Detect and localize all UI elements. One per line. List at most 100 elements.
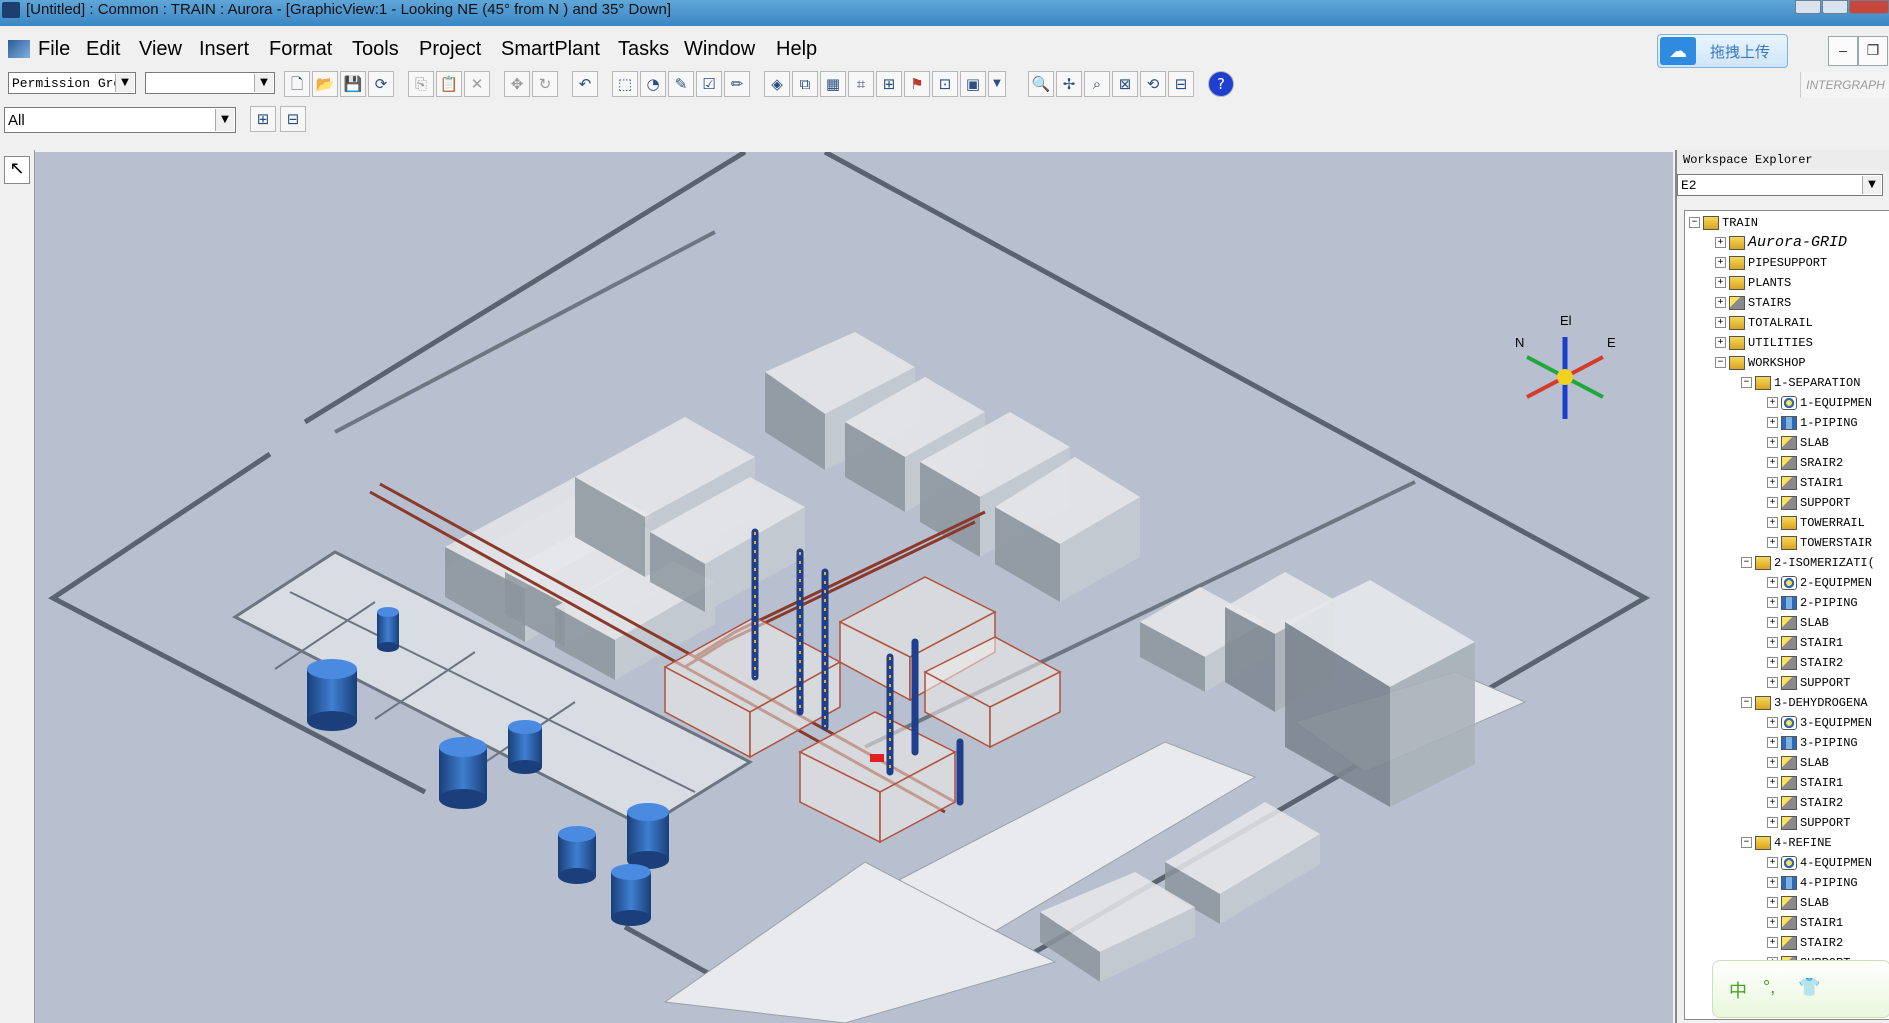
graphic-view[interactable]: El N E xyxy=(35,152,1673,1023)
expand-icon[interactable]: + xyxy=(1767,497,1778,509)
calendar-icon[interactable]: ▦ xyxy=(820,71,846,97)
select-box-icon[interactable]: ⬚ xyxy=(612,71,638,97)
tree-item[interactable]: +3-EQUIPMEN xyxy=(1767,713,1872,733)
tree-item[interactable]: + STAIR1 xyxy=(1767,633,1843,653)
orbit-icon[interactable]: ⟲ xyxy=(1140,71,1166,97)
view-settings-icon[interactable]: ⊟ xyxy=(1168,71,1194,97)
open-folder-icon[interactable]: 📂 xyxy=(312,71,338,97)
tree-item[interactable]: − 3-DEHYDROGENA xyxy=(1741,693,1868,713)
expand-icon[interactable]: + xyxy=(1715,317,1726,329)
collapse-icon[interactable]: − xyxy=(1715,357,1726,369)
tree-item[interactable]: +2-PIPING xyxy=(1767,593,1858,613)
help-icon[interactable]: ? xyxy=(1208,71,1234,97)
tree-item[interactable]: + SRAIR2 xyxy=(1767,453,1843,473)
menu-format[interactable]: Format xyxy=(269,38,332,61)
undo-icon[interactable]: ↶ xyxy=(572,71,598,97)
new-file-icon[interactable]: 🗋 xyxy=(284,71,310,97)
tree-item[interactable]: + SUPPORT xyxy=(1767,813,1850,833)
delete-icon[interactable]: ✕ xyxy=(464,71,490,97)
tree-item[interactable]: + STAIR1 xyxy=(1767,473,1843,493)
tree-item[interactable]: + TOTALRAIL xyxy=(1715,313,1813,333)
menu-insert[interactable]: Insert xyxy=(199,38,249,61)
collapse-icon[interactable]: − xyxy=(1741,377,1752,389)
tree-item[interactable]: − 1-SEPARATION xyxy=(1741,373,1860,393)
tree-item[interactable]: + Aurora-GRID xyxy=(1715,233,1847,253)
zoom-icon[interactable]: 🔍 xyxy=(1028,71,1054,97)
menu-view[interactable]: View xyxy=(139,38,182,61)
ime-language[interactable]: 中 xyxy=(1729,977,1747,1003)
measure-icon[interactable]: ◔ xyxy=(640,71,666,97)
cloud-upload-button[interactable]: ☁ 拖拽上传 xyxy=(1657,34,1788,68)
menu-smartplant[interactable]: SmartPlant xyxy=(501,38,600,61)
expand-icon[interactable]: + xyxy=(1767,457,1778,469)
tree-item[interactable]: + SLAB xyxy=(1767,433,1829,453)
menu-project[interactable]: Project xyxy=(419,38,481,61)
tree-item[interactable]: + TOWERSTAIR xyxy=(1767,533,1872,553)
zoom-area-icon[interactable]: ⌕ xyxy=(1084,71,1110,97)
move-icon[interactable]: ✥ xyxy=(504,71,530,97)
tree-item[interactable]: − WORKSHOP xyxy=(1715,353,1806,373)
expand-icon[interactable]: + xyxy=(1767,937,1778,949)
tree-item[interactable]: + PIPESUPPORT xyxy=(1715,253,1827,273)
expand-icon[interactable]: + xyxy=(1767,757,1778,769)
expand-icon[interactable]: + xyxy=(1767,477,1778,489)
expand-icon[interactable]: + xyxy=(1767,577,1778,589)
refresh-icon[interactable]: ⟳ xyxy=(368,71,394,97)
zoom-box-icon[interactable]: ⊞ xyxy=(876,71,902,97)
expand-icon[interactable]: + xyxy=(1715,257,1726,269)
ime-punctuation[interactable]: °, xyxy=(1763,977,1775,998)
expand-icon[interactable]: + xyxy=(1767,597,1778,609)
tree-item[interactable]: +3-PIPING xyxy=(1767,733,1858,753)
expand-icon[interactable]: + xyxy=(1767,397,1778,409)
close-window-button[interactable] xyxy=(1849,0,1889,14)
tree-item[interactable]: +4-PIPING xyxy=(1767,873,1858,893)
fit-icon[interactable]: ⊠ xyxy=(1112,71,1138,97)
tree-item[interactable]: − 4-REFINE xyxy=(1741,833,1832,853)
copy-icon[interactable]: ⎘ xyxy=(408,71,434,97)
tree-item[interactable]: +4-EQUIPMEN xyxy=(1767,853,1872,873)
tree-item[interactable]: + SLAB xyxy=(1767,613,1829,633)
menu-edit[interactable]: Edit xyxy=(86,38,120,61)
tree-item[interactable]: +1-PIPING xyxy=(1767,413,1858,433)
collapse-icon[interactable]: − xyxy=(1741,557,1752,569)
layers-icon[interactable]: ◈ xyxy=(764,71,790,97)
expand-icon[interactable]: + xyxy=(1767,677,1778,689)
tree-item[interactable]: + SLAB xyxy=(1767,893,1829,913)
paste-icon[interactable]: 📋 xyxy=(436,71,462,97)
view-icon[interactable]: ⊡ xyxy=(932,71,958,97)
tree-item[interactable]: +2-EQUIPMEN xyxy=(1767,573,1872,593)
tree-item[interactable]: + SUPPORT xyxy=(1767,493,1850,513)
tree-item[interactable]: + STAIR2 xyxy=(1767,793,1843,813)
filter-select[interactable]: All ▼ xyxy=(4,107,236,133)
shade-icon[interactable]: ▣ xyxy=(960,71,986,97)
expand-icon[interactable]: + xyxy=(1767,537,1778,549)
expand-icon[interactable]: + xyxy=(1767,877,1778,889)
save-icon[interactable]: 💾 xyxy=(340,71,366,97)
menu-window[interactable]: Window xyxy=(684,38,755,61)
expand-icon[interactable]: + xyxy=(1715,277,1726,289)
expand-icon[interactable]: + xyxy=(1767,417,1778,429)
tree-item[interactable]: + SLAB xyxy=(1767,753,1829,773)
menu-tools[interactable]: Tools xyxy=(352,38,399,61)
tree-item[interactable]: − 2-ISOMERIZATI( xyxy=(1741,553,1875,573)
expand-icon[interactable]: + xyxy=(1767,637,1778,649)
document-icon[interactable] xyxy=(8,40,30,58)
tree-item[interactable]: + TOWERRAIL xyxy=(1767,513,1865,533)
flag-icon[interactable]: ⚑ xyxy=(904,71,930,97)
explorer-filter-select[interactable]: E2 ▼ xyxy=(1677,174,1883,196)
mdi-restore-button[interactable]: ❐ xyxy=(1858,36,1888,66)
expand-icon[interactable]: + xyxy=(1767,617,1778,629)
select-arrow-icon[interactable]: ↖ xyxy=(4,156,30,184)
expand-icon[interactable]: + xyxy=(1767,857,1778,869)
tree-item[interactable]: + STAIR2 xyxy=(1767,653,1843,673)
chevron-down-icon[interactable]: ▼ xyxy=(988,71,1006,97)
tree-item[interactable]: + STAIR2 xyxy=(1767,933,1843,953)
edit-properties-icon[interactable]: ✎ xyxy=(668,71,694,97)
expand-icon[interactable]: + xyxy=(1715,297,1726,309)
active-style-select[interactable]: ▼ xyxy=(145,72,275,94)
tree-item[interactable]: + PLANTS xyxy=(1715,273,1791,293)
expand-icon[interactable]: + xyxy=(1767,917,1778,929)
pan-icon[interactable]: ✢ xyxy=(1056,71,1082,97)
expand-icon[interactable]: + xyxy=(1767,657,1778,669)
pencil-icon[interactable]: ✏ xyxy=(724,71,750,97)
